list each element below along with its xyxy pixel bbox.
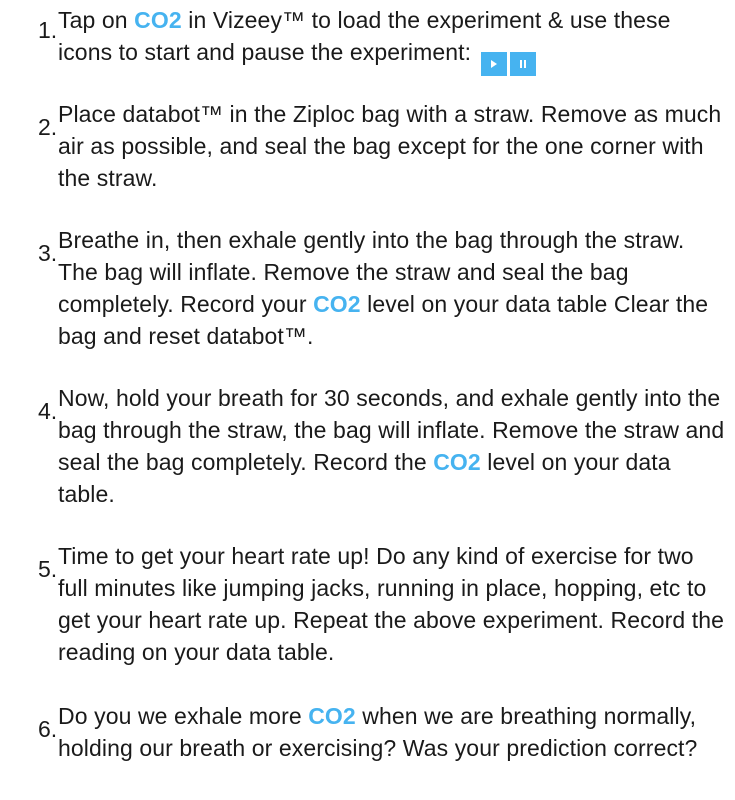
step-text-segment: Place databot™ in the Ziploc bag with a … [58,101,722,191]
step-text: Time to get your heart rate up! Do any k… [58,540,728,668]
step-number: 6. [38,716,58,742]
experiment-controls [481,46,539,78]
step-text: Now, hold your breath for 30 seconds, an… [58,382,728,510]
step-text-segment: Time to get your heart rate up! Do any k… [58,543,725,665]
step-number: 5. [38,556,58,582]
step-text: Place databot™ in the Ziploc bag with a … [58,98,728,194]
play-button[interactable] [481,51,508,76]
pause-button[interactable] [510,51,537,76]
step-text: Do you we exhale more CO2 when we are br… [58,700,728,764]
step-number: 4. [38,398,58,424]
co2-highlight: CO2 [313,291,361,317]
step-text-segment: Tap on [58,7,135,33]
co2-highlight: CO2 [308,703,356,729]
pause-icon [524,59,527,68]
co2-highlight: CO2 [134,7,182,33]
step-text: Breathe in, then exhale gently into the … [58,224,728,352]
play-icon [491,59,498,68]
step-text-segment: Do you we exhale more [58,703,309,729]
step-number: 1. [38,17,58,43]
co2-highlight: CO2 [433,449,481,475]
step-number: 2. [38,114,58,140]
pause-icon [520,59,523,68]
step-text: Tap on CO2 in Vizeey™ to load the experi… [58,4,728,76]
step-number: 3. [38,240,58,266]
